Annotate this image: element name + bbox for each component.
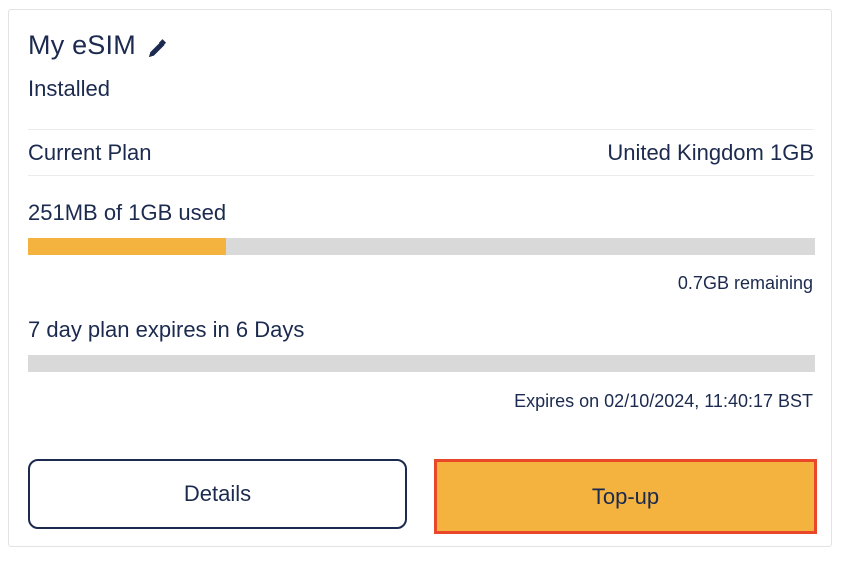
data-remaining-text: 0.7GB remaining: [677, 273, 813, 293]
data-usage-text: 251MB of 1GB used: [28, 200, 227, 225]
details-button[interactable]: Details: [28, 459, 407, 529]
esim-card: My eSIM Installed Current Plan United Ki…: [8, 9, 832, 547]
data-usage-bar-fill: [28, 238, 226, 255]
top-up-button[interactable]: Top-up: [434, 459, 817, 534]
top-up-button-label: Top-up: [591, 483, 660, 509]
plan-validity-bar: [28, 355, 815, 372]
current-plan-row: Current Plan United Kingdom 1GB: [28, 140, 814, 166]
esim-title: My eSIM: [28, 30, 136, 60]
divider: [28, 129, 814, 130]
current-plan-value: United Kingdom 1GB: [607, 140, 814, 165]
esim-status: Installed: [28, 76, 110, 101]
pencil-icon[interactable]: [146, 38, 168, 60]
plan-expiry-text: 7 day plan expires in 6 Days: [28, 317, 305, 342]
expiry-date-text: Expires on 02/10/2024, 11:40:17 BST: [514, 391, 813, 411]
divider: [28, 175, 814, 176]
esim-title-row: My eSIM: [28, 30, 168, 61]
current-plan-label: Current Plan: [28, 140, 152, 165]
data-usage-bar: [28, 238, 815, 255]
details-button-label: Details: [183, 481, 252, 506]
